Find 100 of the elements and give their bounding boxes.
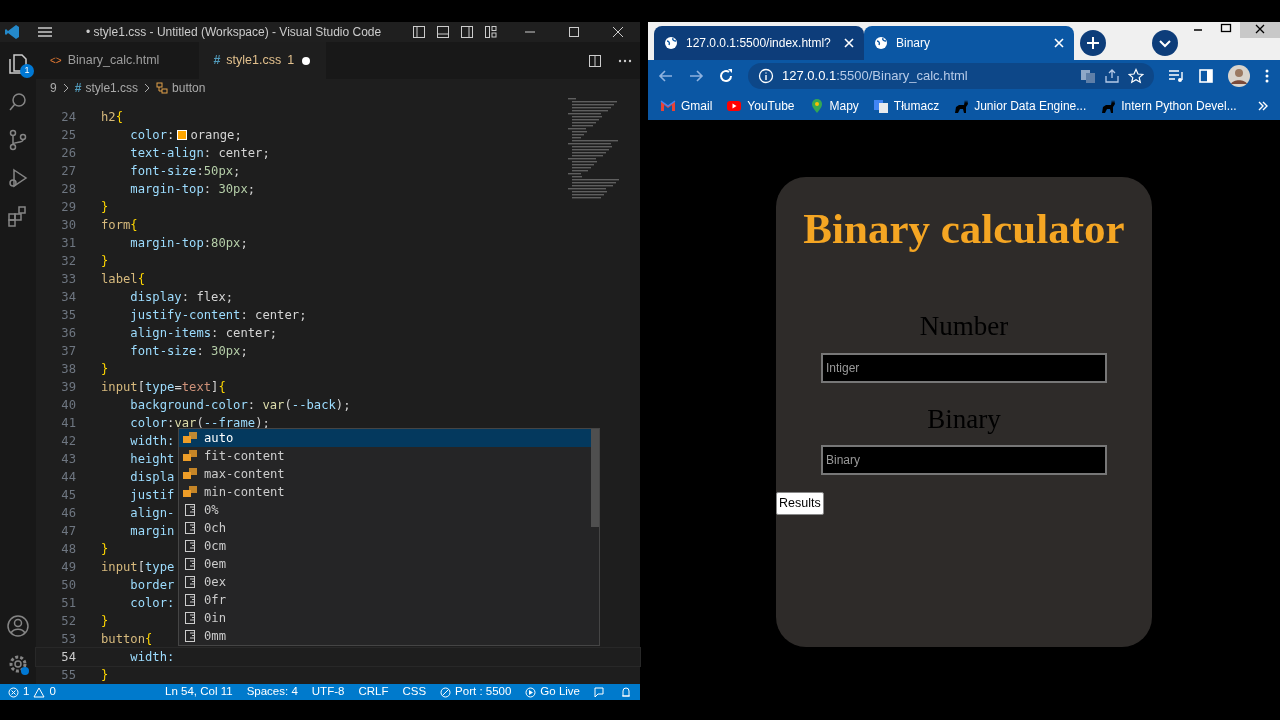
status-item[interactable]: CSS — [402, 683, 427, 701]
code-token: : — [203, 181, 213, 196]
code-token: type — [145, 379, 175, 394]
suggestion-item[interactable]: fit-content — [179, 447, 599, 465]
bookmark-link[interactable]: Gmail — [660, 97, 713, 115]
avatar-icon[interactable] — [1228, 65, 1250, 87]
code-token: height — [129, 451, 175, 466]
code-token: margin — [129, 523, 175, 538]
code-token: orange — [190, 127, 235, 142]
code-token: ( — [196, 415, 204, 430]
html-file-icon: <> — [50, 53, 62, 68]
browser-tab[interactable]: 127.0.0.1:5500/index.html? — [654, 26, 864, 60]
status-item[interactable]: UTF-8 — [311, 683, 345, 701]
tab-search-icon[interactable] — [1152, 30, 1178, 56]
suggestion-item[interactable]: 0fr — [179, 591, 599, 609]
run-debug-icon[interactable] — [6, 166, 30, 190]
breadcrumb-item[interactable]: button — [156, 79, 206, 97]
suggestion-item[interactable]: 0in — [179, 609, 599, 627]
back-icon[interactable] — [658, 68, 674, 84]
browser-tab[interactable]: Binary — [864, 26, 1074, 60]
code-token: : — [196, 163, 204, 178]
code-token: var — [262, 397, 285, 412]
suggestion-item[interactable]: max-content — [179, 465, 599, 483]
media-control-icon[interactable] — [1168, 68, 1184, 84]
status-item[interactable]: CRLF — [358, 683, 389, 701]
suggestion-item[interactable]: 0em — [179, 555, 599, 573]
unsaved-dot-icon — [300, 54, 313, 67]
symbol-icon — [156, 82, 169, 94]
layout-sidebar-icon[interactable] — [460, 25, 474, 39]
code-token: { — [145, 631, 153, 646]
line-number: 41 — [60, 414, 76, 432]
layout-panel-icon[interactable] — [436, 25, 450, 39]
suggestion-item[interactable]: min-content — [179, 483, 599, 501]
line-number: 33 — [60, 270, 76, 288]
bookmark-link[interactable]: Intern Python Devel... — [1100, 97, 1237, 115]
code-token: 30px — [211, 343, 241, 358]
translate-icon[interactable] — [1080, 68, 1096, 84]
text-field[interactable]: Binary — [821, 445, 1107, 476]
layout-grid-icon[interactable] — [484, 25, 498, 39]
scrollbar-thumb[interactable] — [591, 429, 599, 527]
code-token: 80px — [211, 235, 241, 250]
problems-status[interactable]: 1 0 — [8, 683, 56, 701]
text-field[interactable]: Intiger — [821, 352, 1107, 383]
line-number: 30 — [60, 216, 76, 234]
editor-tab[interactable]: # style1.css 1 — [199, 42, 327, 79]
code-token: display — [129, 289, 182, 304]
port-status[interactable]: Port : 5500 — [440, 683, 512, 701]
breadcrumb-item[interactable]: # style1.css — [74, 79, 139, 97]
code-token: : — [181, 289, 191, 304]
line-number: 45 — [60, 486, 76, 504]
notifications-icon[interactable] — [620, 686, 632, 698]
gmail-icon — [660, 98, 676, 114]
suggestion-item[interactable]: 0ex — [179, 573, 599, 591]
suggestion-item[interactable]: 0% — [179, 501, 599, 519]
code-token: { — [130, 217, 138, 232]
code-token: --back — [291, 397, 336, 412]
line-number: 39 — [60, 378, 76, 396]
code-token: } — [101, 667, 109, 682]
code-token: ) — [335, 397, 344, 412]
code-token: label — [101, 271, 138, 286]
more-icon[interactable] — [1264, 68, 1270, 84]
unit-icon — [182, 593, 198, 607]
suggestion-item[interactable]: 0cm — [179, 537, 599, 555]
account-icon[interactable] — [6, 614, 30, 638]
breadcrumb-item[interactable]: 9 — [50, 79, 57, 97]
bookmark-link[interactable]: Junior Data Engine... — [953, 97, 1087, 115]
blocked-icon — [440, 686, 452, 698]
results-button[interactable]: Results — [776, 492, 824, 515]
go-live-button[interactable]: Go Live — [525, 683, 580, 701]
reload-icon[interactable] — [718, 68, 734, 84]
new-tab-icon[interactable] — [1080, 30, 1106, 56]
code-token: } — [101, 253, 109, 268]
files-icon[interactable] — [6, 52, 30, 76]
side-panel-icon[interactable] — [1198, 68, 1214, 84]
status-item[interactable]: Spaces: 4 — [246, 683, 298, 701]
code-token: margin-top — [129, 235, 204, 250]
error-icon — [8, 686, 19, 698]
bookmark-link[interactable]: Mapy — [808, 97, 859, 115]
close-icon[interactable] — [1240, 22, 1280, 38]
code-token: form — [101, 217, 131, 232]
status-item[interactable]: Ln 54, Col 11 — [165, 683, 233, 701]
bookmark-link[interactable]: Tłumacz — [872, 97, 940, 115]
star-icon[interactable] — [1128, 68, 1144, 84]
forward-icon[interactable] — [688, 68, 704, 84]
line-number: 38 — [60, 360, 76, 378]
feedback-icon[interactable] — [594, 686, 606, 698]
suggestion-item[interactable]: 0mm — [179, 627, 599, 645]
code-token: ; — [225, 289, 234, 304]
more-bookmarks-icon[interactable] — [1258, 101, 1268, 111]
url-text: 127.0.0.1:5500/Binary_calc.html — [782, 67, 969, 86]
color-swatch[interactable] — [177, 129, 188, 140]
line-number: 46 — [60, 504, 76, 522]
bookmark-link[interactable]: YouTube — [726, 97, 795, 115]
share-icon[interactable] — [1104, 68, 1120, 84]
layout-sidebar-icon[interactable] — [412, 25, 426, 39]
suggestion-item[interactable]: 0ch — [179, 519, 599, 537]
address-bar[interactable]: 127.0.0.1:5500/Binary_calc.html — [748, 63, 1154, 89]
code-token: center — [255, 307, 300, 322]
dog-icon — [953, 98, 970, 114]
split-editor-icon[interactable] — [588, 53, 602, 68]
